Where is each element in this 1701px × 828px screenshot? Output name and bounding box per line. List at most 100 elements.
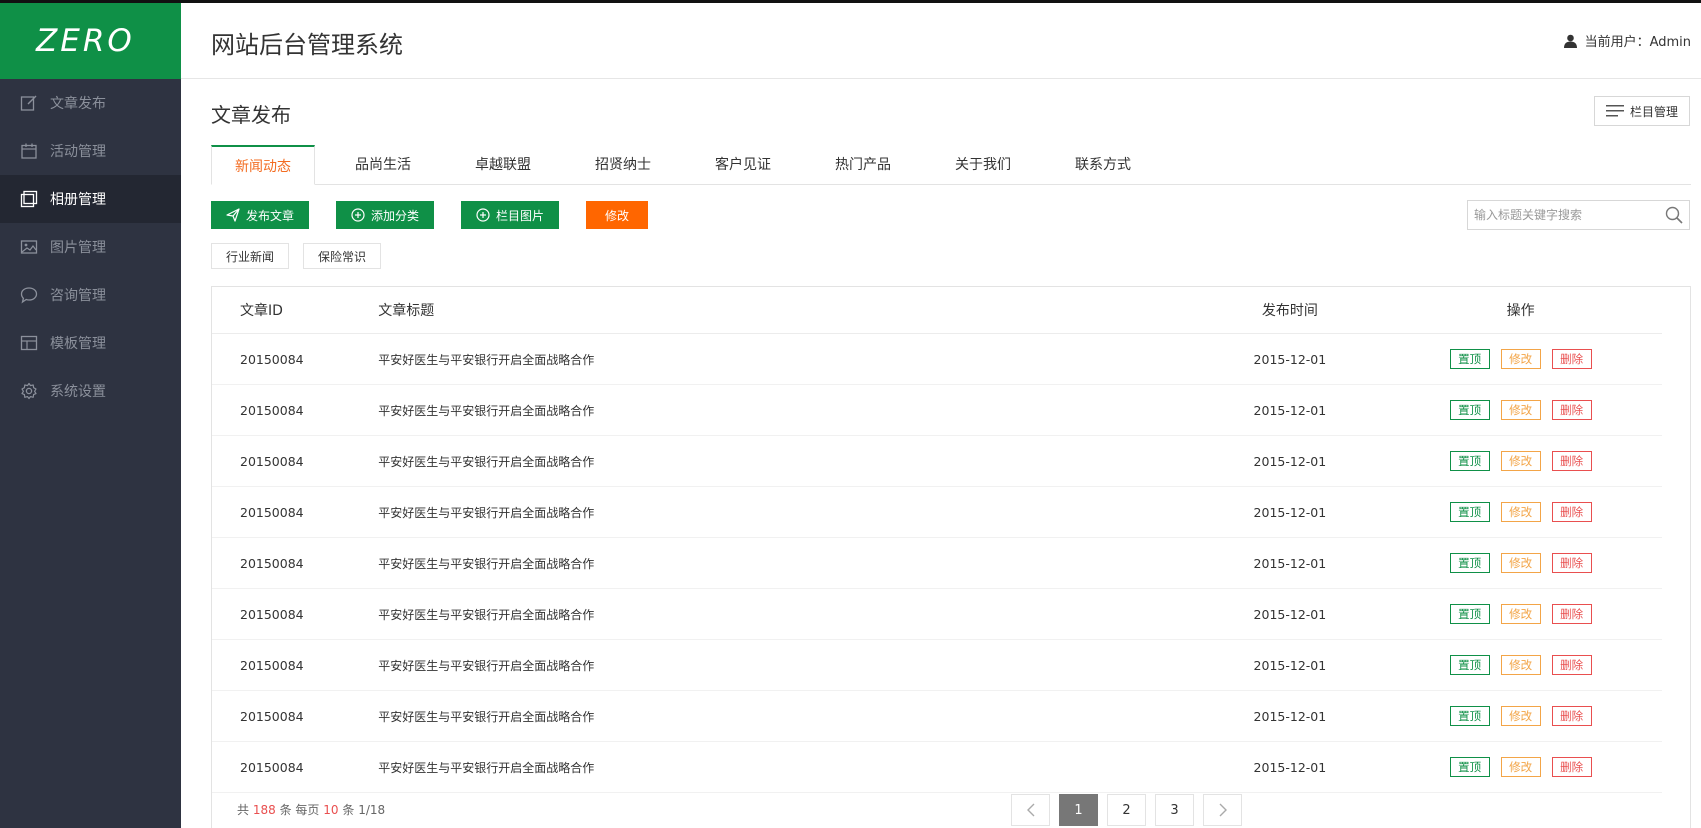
row-operations: 置顶 修改 删除 xyxy=(1379,537,1662,589)
image-icon xyxy=(20,238,38,256)
table-row: 20150084 平安好医生与平安银行开启全面战略合作 2015-12-01 置顶 修改… xyxy=(212,435,1662,487)
row-edit-button[interactable]: 修改 xyxy=(1500,451,1541,471)
column-image-button[interactable]: 栏目图片 xyxy=(461,201,559,229)
current-of-total: 1/18 xyxy=(358,803,386,817)
row-delete-button[interactable]: 删除 xyxy=(1551,553,1592,573)
page-button-3[interactable]: 3 xyxy=(1155,794,1194,826)
site-title: 网站后台管理系统 xyxy=(211,31,403,59)
column-manage-button[interactable]: 栏目管理 xyxy=(1594,96,1690,126)
row-delete-button[interactable]: 删除 xyxy=(1551,349,1592,369)
pin-top-button[interactable]: 置顶 xyxy=(1449,400,1490,420)
pin-top-button[interactable]: 置顶 xyxy=(1449,757,1490,777)
row-edit-button[interactable]: 修改 xyxy=(1500,502,1541,522)
album-icon xyxy=(20,190,38,208)
chevron-left-icon xyxy=(1026,803,1034,817)
page-numbers: 123 xyxy=(1059,794,1194,826)
row-edit-button[interactable]: 修改 xyxy=(1500,553,1541,573)
plus-circle-icon xyxy=(476,208,490,222)
prev-page-button[interactable] xyxy=(1011,794,1050,826)
toolbar: 发布文章 添加分类 栏目图片 修改 xyxy=(211,201,675,229)
row-delete-button[interactable]: 删除 xyxy=(1551,604,1592,624)
row-delete-button[interactable]: 删除 xyxy=(1551,502,1592,522)
list-icon xyxy=(1605,105,1624,117)
subcategory-2[interactable]: 保险常识 xyxy=(303,243,382,269)
row-edit-button[interactable]: 修改 xyxy=(1500,757,1541,777)
tab-1[interactable]: 新闻动态 xyxy=(211,145,315,185)
row-delete-button[interactable]: 删除 xyxy=(1551,757,1592,777)
article-title[interactable]: 平安好医生与平安银行开启全面战略合作 xyxy=(377,333,1201,385)
sidebar-item-label: 咨询管理 xyxy=(50,288,106,304)
header-operations: 操作 xyxy=(1379,287,1662,334)
tab-5[interactable]: 客户见证 xyxy=(691,145,795,183)
add-category-label: 添加分类 xyxy=(370,208,419,223)
tab-4[interactable]: 招贤纳士 xyxy=(571,145,675,183)
article-title[interactable]: 平安好医生与平安银行开启全面战略合作 xyxy=(377,537,1201,589)
pin-top-button[interactable]: 置顶 xyxy=(1449,451,1490,471)
current-user[interactable]: 当前用户：Admin xyxy=(1563,31,1691,50)
column-manage-label: 栏目管理 xyxy=(1629,104,1678,119)
pin-top-button[interactable]: 置顶 xyxy=(1449,655,1490,675)
tab-7[interactable]: 关于我们 xyxy=(931,145,1035,183)
tab-6[interactable]: 热门产品 xyxy=(811,145,915,183)
sidebar-item-2[interactable]: 活动管理 xyxy=(0,127,181,175)
article-title[interactable]: 平安好医生与平安银行开启全面战略合作 xyxy=(377,435,1201,487)
pin-top-button[interactable]: 置顶 xyxy=(1449,502,1490,522)
publish-article-button[interactable]: 发布文章 xyxy=(211,201,309,229)
sidebar-item-label: 图片管理 xyxy=(50,240,106,256)
pin-top-button[interactable]: 置顶 xyxy=(1449,706,1490,726)
row-delete-button[interactable]: 删除 xyxy=(1551,655,1592,675)
pin-top-button[interactable]: 置顶 xyxy=(1449,349,1490,369)
tab-3[interactable]: 卓越联盟 xyxy=(451,145,555,183)
pin-top-button[interactable]: 置顶 xyxy=(1449,553,1490,573)
page-button-2[interactable]: 2 xyxy=(1107,794,1146,826)
next-page-button[interactable] xyxy=(1203,794,1242,826)
publish-time: 2015-12-01 xyxy=(1200,690,1380,742)
tab-2[interactable]: 品尚生活 xyxy=(331,145,435,183)
chat-icon xyxy=(20,286,38,304)
publish-time: 2015-12-01 xyxy=(1200,639,1380,691)
row-edit-button[interactable]: 修改 xyxy=(1500,349,1541,369)
sidebar-item-4[interactable]: 图片管理 xyxy=(0,223,181,271)
pin-top-button[interactable]: 置顶 xyxy=(1449,604,1490,624)
article-id: 20150084 xyxy=(212,588,378,640)
row-delete-button[interactable]: 删除 xyxy=(1551,400,1592,420)
sidebar-item-7[interactable]: 系统设置 xyxy=(0,367,181,415)
article-title[interactable]: 平安好医生与平安银行开启全面战略合作 xyxy=(377,384,1201,436)
sidebar-item-label: 相册管理 xyxy=(50,192,106,208)
row-edit-button[interactable]: 修改 xyxy=(1500,400,1541,420)
sidebar-item-1[interactable]: 文章发布 xyxy=(0,79,181,127)
header-publish-time: 发布时间 xyxy=(1200,287,1380,334)
sidebar-item-label: 系统设置 xyxy=(50,384,106,400)
article-title[interactable]: 平安好医生与平安银行开启全面战略合作 xyxy=(377,639,1201,691)
row-edit-button[interactable]: 修改 xyxy=(1500,706,1541,726)
tab-8[interactable]: 联系方式 xyxy=(1051,145,1155,183)
row-operations: 置顶 修改 删除 xyxy=(1379,486,1662,538)
sidebar-item-6[interactable]: 模板管理 xyxy=(0,319,181,367)
add-category-button[interactable]: 添加分类 xyxy=(336,201,434,229)
subcategory-1[interactable]: 行业新闻 xyxy=(211,243,290,269)
total-prefix: 共 xyxy=(237,803,250,817)
row-operations: 置顶 修改 删除 xyxy=(1379,741,1662,793)
send-icon xyxy=(226,208,240,222)
publish-article-label: 发布文章 xyxy=(245,208,294,223)
sidebar-item-5[interactable]: 咨询管理 xyxy=(0,271,181,319)
row-operations: 置顶 修改 删除 xyxy=(1379,333,1662,385)
page-button-1[interactable]: 1 xyxy=(1059,794,1098,826)
column-image-label: 栏目图片 xyxy=(495,208,544,223)
row-edit-button[interactable]: 修改 xyxy=(1500,604,1541,624)
article-title[interactable]: 平安好医生与平安银行开启全面战略合作 xyxy=(377,486,1201,538)
edit-button[interactable]: 修改 xyxy=(586,201,648,229)
article-title[interactable]: 平安好医生与平安银行开启全面战略合作 xyxy=(377,741,1201,793)
search-input[interactable] xyxy=(1468,201,1659,229)
sidebar-item-3[interactable]: 相册管理 xyxy=(0,175,181,223)
article-id: 20150084 xyxy=(212,486,378,538)
row-delete-button[interactable]: 删除 xyxy=(1551,451,1592,471)
search-icon[interactable] xyxy=(1659,206,1689,224)
article-title[interactable]: 平安好医生与平安银行开启全面战略合作 xyxy=(377,588,1201,640)
row-edit-button[interactable]: 修改 xyxy=(1500,655,1541,675)
row-delete-button[interactable]: 删除 xyxy=(1551,706,1592,726)
article-title[interactable]: 平安好医生与平安银行开启全面战略合作 xyxy=(377,690,1201,742)
search-box xyxy=(1467,200,1690,230)
article-id: 20150084 xyxy=(212,690,378,742)
gear-icon xyxy=(20,382,38,400)
